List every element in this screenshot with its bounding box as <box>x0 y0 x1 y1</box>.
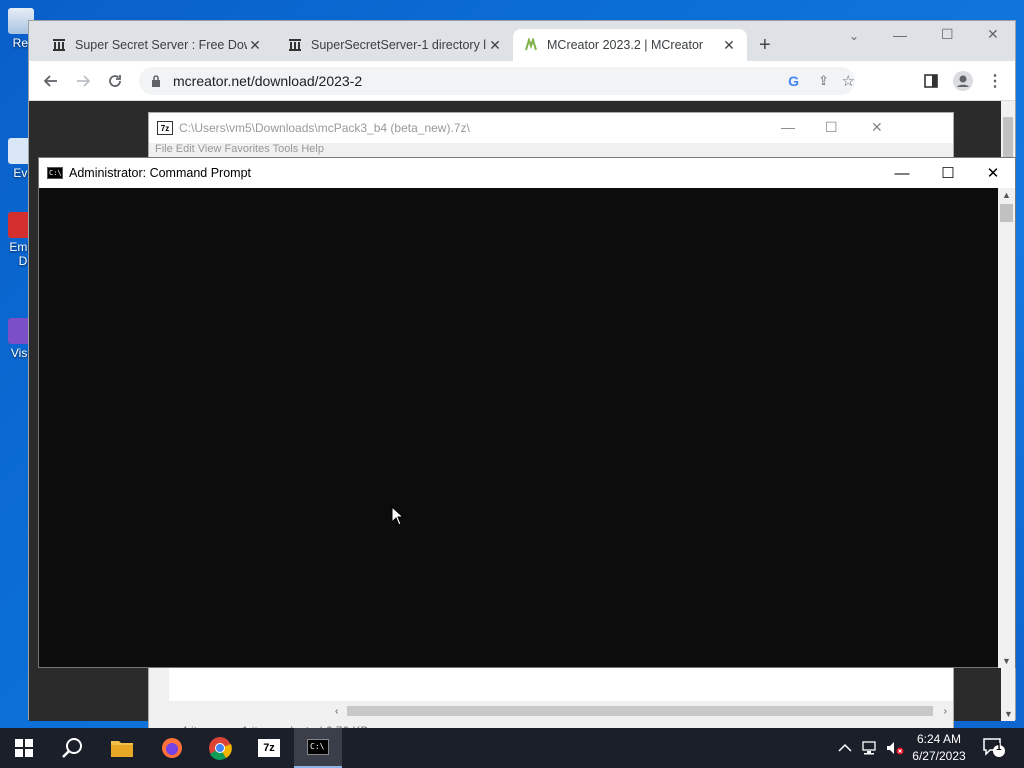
search-icon <box>62 738 82 758</box>
taskbar-command-prompt[interactable]: C:\ <box>294 728 342 768</box>
archive-org-icon <box>287 37 303 53</box>
tab-title: Super Secret Server : Free Down <box>75 38 247 52</box>
7zip-icon: 7z <box>258 739 280 757</box>
tab-super-secret-server[interactable]: Super Secret Server : Free Down ✕ <box>41 29 273 61</box>
scroll-up-arrow-icon[interactable]: ▲ <box>1002 190 1011 200</box>
7zip-title: C:\Users\vm5\Downloads\mcPack3_b4 (beta_… <box>179 121 470 135</box>
network-icon <box>862 741 876 755</box>
cmd-console-area[interactable] <box>39 188 999 668</box>
share-icon[interactable]: ⇪ <box>818 73 829 89</box>
7zip-logo-icon: 7z <box>157 121 173 135</box>
cmd-icon: C:\ <box>47 167 63 179</box>
folder-icon <box>111 741 133 757</box>
7zip-horizontal-scrollbar[interactable]: ‹ › <box>335 703 949 719</box>
command-prompt-window: C:\ Administrator: Command Prompt — ☐ ✕ … <box>38 157 1016 668</box>
chevron-up-icon <box>838 743 852 752</box>
scrollbar-thumb[interactable] <box>1000 204 1013 222</box>
notification-icon <box>983 738 1005 757</box>
7zip-titlebar: 7z C:\Users\vm5\Downloads\mcPack3_b4 (be… <box>149 113 953 143</box>
archive-org-icon <box>51 37 67 53</box>
forward-arrow-icon <box>77 75 91 87</box>
taskbar-file-explorer[interactable] <box>98 728 146 768</box>
close-icon[interactable]: ✕ <box>721 37 737 54</box>
close-icon[interactable]: ✕ <box>247 37 263 54</box>
scroll-left-arrow-icon[interactable]: ‹ <box>335 706 338 717</box>
side-panel-button[interactable] <box>919 69 943 93</box>
clock-time: 6:24 AM <box>916 732 962 746</box>
maximize-icon[interactable]: ☐ <box>941 26 954 43</box>
windows-logo-icon <box>15 739 33 757</box>
network-status[interactable] <box>862 728 880 768</box>
start-button[interactable] <box>0 728 48 768</box>
side-panel-icon <box>924 74 938 88</box>
url-text: mcreator.net/download/2023-2 <box>173 73 363 89</box>
tab-title: MCreator 2023.2 | MCreator <box>547 38 704 52</box>
reload-button[interactable] <box>103 69 127 93</box>
cmd-titlebar[interactable]: C:\ Administrator: Command Prompt — ☐ ✕ <box>39 158 1015 188</box>
back-button[interactable] <box>39 69 63 93</box>
minimize-icon[interactable]: — <box>781 119 795 135</box>
tab-search-icon[interactable]: ⌄ <box>849 29 859 43</box>
cmd-title: Administrator: Command Prompt <box>69 166 252 180</box>
tab-supersecretserver-directory[interactable]: SuperSecretServer-1 directory li ✕ <box>277 29 513 61</box>
show-hidden-icons-button[interactable] <box>838 728 852 768</box>
close-icon[interactable]: ✕ <box>487 37 503 54</box>
cmd-icon: C:\ <box>307 739 329 755</box>
profile-button[interactable] <box>951 69 975 93</box>
maximize-icon[interactable]: ☐ <box>825 119 838 136</box>
maximize-icon[interactable]: ☐ <box>925 158 971 188</box>
lock-icon <box>152 75 160 87</box>
browser-toolbar: mcreator.net/download/2023-2 G ⇪ ☆ ⋮ <box>29 61 1015 101</box>
chrome-icon <box>209 737 232 760</box>
menu-kebab-icon[interactable]: ⋮ <box>983 69 1007 93</box>
scrollbar-thumb[interactable] <box>1003 117 1013 157</box>
mouse-cursor-icon <box>391 506 405 526</box>
back-arrow-icon <box>43 75 57 87</box>
taskbar-7zip[interactable]: 7z <box>245 728 293 768</box>
close-window-icon[interactable]: ✕ <box>987 26 999 43</box>
cmd-scrollbar[interactable]: ▲ ▼ <box>998 188 1015 668</box>
tab-strip: Super Secret Server : Free Down ✕ SuperS… <box>29 21 1015 61</box>
tab-mcreator[interactable]: MCreator 2023.2 | MCreator ✕ <box>513 29 747 61</box>
taskbar-firefox[interactable] <box>148 728 196 768</box>
taskbar: 7z C:\ 6:24 AM 6/27/2023 1 <box>0 728 1024 768</box>
taskbar-clock[interactable]: 6:24 AM 6/27/2023 <box>906 731 972 765</box>
google-icon[interactable]: G <box>788 73 799 89</box>
scroll-down-arrow-icon[interactable]: ▼ <box>1004 709 1013 719</box>
firefox-icon <box>162 738 182 758</box>
minimize-icon[interactable]: — <box>893 27 907 43</box>
minimize-icon[interactable]: — <box>879 158 925 188</box>
taskbar-chrome[interactable] <box>196 728 244 768</box>
address-bar[interactable]: mcreator.net/download/2023-2 G ⇪ ☆ <box>139 67 855 95</box>
reload-icon <box>109 75 121 87</box>
scroll-down-arrow-icon[interactable]: ▼ <box>1002 656 1011 666</box>
volume-muted-icon <box>887 742 904 755</box>
forward-button[interactable] <box>71 69 95 93</box>
scroll-right-arrow-icon[interactable]: › <box>944 706 947 717</box>
mcreator-icon <box>523 37 539 53</box>
tab-title: SuperSecretServer-1 directory li <box>311 38 487 52</box>
notification-center-button[interactable]: 1 <box>982 728 1006 768</box>
close-icon[interactable]: ✕ <box>970 158 1016 188</box>
search-button[interactable] <box>48 728 96 768</box>
scrollbar-thumb[interactable] <box>347 706 933 716</box>
close-icon[interactable]: ✕ <box>871 119 883 136</box>
new-tab-button[interactable]: + <box>759 35 771 55</box>
volume-status[interactable] <box>886 728 904 768</box>
notification-count-badge: 1 <box>996 742 1002 753</box>
bookmark-star-icon[interactable]: ☆ <box>842 72 855 90</box>
profile-icon <box>953 71 973 91</box>
clock-date: 6/27/2023 <box>912 749 966 763</box>
